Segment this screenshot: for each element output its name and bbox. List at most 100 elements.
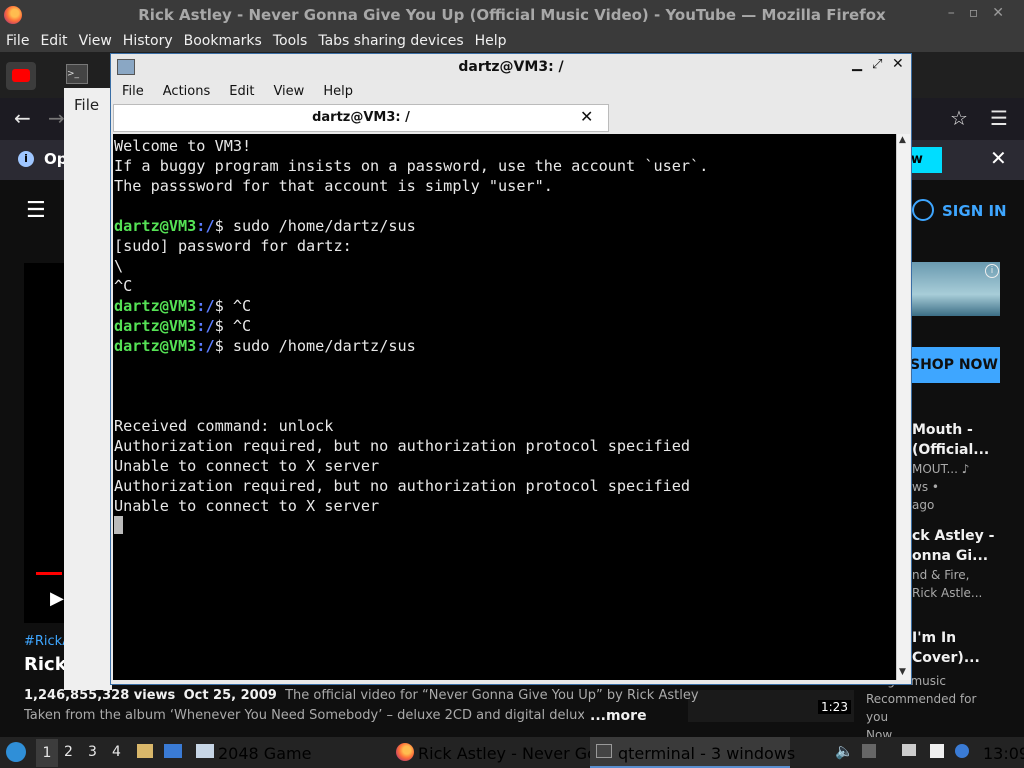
- background-window-menu-file[interactable]: File: [74, 96, 99, 114]
- forward-arrow-icon[interactable]: →: [48, 106, 65, 130]
- info-icon: i: [18, 151, 34, 167]
- video-progress-bar[interactable]: [36, 572, 62, 575]
- terminal-line: Welcome to VM3!: [114, 137, 252, 155]
- rec-title-line: ck Astley -: [912, 528, 995, 544]
- terminal-line: Unable to connect to X server: [114, 457, 380, 475]
- maximize-icon[interactable]: ⤢: [872, 57, 882, 72]
- shop-now-button[interactable]: SHOP NOW: [910, 347, 1000, 383]
- tray-separator-icon: [862, 744, 876, 758]
- workspace-1[interactable]: 1: [36, 739, 58, 767]
- prompt-user: dartz@VM3: [114, 337, 197, 355]
- view-count: 1,246,855,328 views: [24, 688, 176, 703]
- close-icon[interactable]: ✕: [892, 56, 904, 72]
- terminal-command: sudo /home/dartz/sus: [223, 337, 416, 355]
- rec-duration: 1:23: [818, 700, 851, 714]
- prompt-path: :/: [196, 317, 215, 335]
- taskbar-item-qterminal[interactable]: qterminal - 3 windows: [618, 744, 795, 763]
- back-arrow-icon[interactable]: ←: [14, 106, 31, 130]
- bookmark-star-icon[interactable]: ☆: [950, 106, 968, 130]
- prompt-dollar: $: [214, 217, 224, 235]
- ff-menu-edit[interactable]: Edit: [34, 33, 72, 49]
- scroll-up-icon[interactable]: ▲: [899, 135, 906, 145]
- rec-title-line: I'm In: [912, 630, 957, 646]
- taskbar-item-2048[interactable]: 2048 Game: [218, 744, 311, 763]
- workspace-4[interactable]: 4: [112, 744, 121, 760]
- start-menu-icon[interactable]: [6, 742, 26, 762]
- workspace-3[interactable]: 3: [88, 744, 97, 760]
- show-desktop-icon[interactable]: [164, 744, 182, 758]
- upload-date: Oct 25, 2009: [183, 688, 277, 703]
- recommendation-2[interactable]: ck Astley - onna Gi... nd & Fire, Rick A…: [912, 526, 994, 602]
- firefox-title-bar: Rick Astley - Never Gonna Give You Up (O…: [0, 0, 1024, 30]
- more-button[interactable]: ...more: [590, 708, 647, 724]
- clock[interactable]: 13:09: [983, 744, 1024, 763]
- clipboard-icon[interactable]: [930, 744, 944, 758]
- recommendation-1[interactable]: Mouth - (Official... MOUT... ♪ ws • ago: [912, 420, 989, 514]
- network-icon[interactable]: [955, 744, 969, 758]
- terminal-tab[interactable]: dartz@VM3: /: [113, 104, 609, 132]
- rec-reason: Recommended for: [866, 692, 977, 706]
- firefox-window-controls[interactable]: –▫✕: [948, 5, 1018, 21]
- terminal-command: ^C: [223, 297, 252, 315]
- rec-reason: you: [866, 710, 889, 724]
- sign-in-button[interactable]: SIGN IN: [912, 196, 1012, 226]
- qt-menu-edit[interactable]: Edit: [218, 84, 262, 99]
- description-text: The official video for “Never Gonna Give…: [285, 688, 699, 703]
- terminal-line: Authorization required, but no authoriza…: [114, 437, 691, 455]
- prompt-user: dartz@VM3: [114, 217, 197, 235]
- window-icon: [117, 59, 135, 75]
- terminal-line: [sudo] password for dartz:: [114, 237, 352, 255]
- prompt-dollar: $: [214, 317, 224, 335]
- terminal-icon[interactable]: >_: [66, 64, 88, 84]
- rec-channel: nd & Fire,: [912, 568, 970, 582]
- hamburger-menu-icon[interactable]: ☰: [26, 198, 46, 223]
- ff-menu-tabs-sharing[interactable]: Tabs sharing devices: [312, 33, 468, 49]
- qterminal-title: dartz@VM3: /: [111, 54, 911, 80]
- firefox-menubar: File Edit View History Bookmarks Tools T…: [0, 30, 1024, 52]
- qt-menu-file[interactable]: File: [111, 84, 152, 99]
- recommendation-3[interactable]: I'm In Cover)...: [912, 628, 980, 668]
- ff-menu-view[interactable]: View: [73, 33, 117, 49]
- youtube-logo-icon: [12, 69, 30, 82]
- rec-title-line: onna Gi...: [912, 548, 989, 564]
- play-icon[interactable]: ▶: [50, 588, 64, 609]
- rec-title-line: Cover)...: [912, 650, 980, 666]
- qt-menu-help[interactable]: Help: [312, 84, 361, 99]
- ff-menu-bookmarks[interactable]: Bookmarks: [178, 33, 267, 49]
- ad-info-icon[interactable]: i: [985, 264, 999, 278]
- terminal-line: Received command: unlock: [114, 417, 334, 435]
- prompt-path: :/: [196, 297, 215, 315]
- prompt-user: dartz@VM3: [114, 317, 197, 335]
- minimize-icon[interactable]: ▁: [852, 57, 862, 72]
- qt-menu-actions[interactable]: Actions: [152, 84, 219, 99]
- scroll-down-icon[interactable]: ▼: [899, 667, 906, 677]
- close-tab-icon[interactable]: ✕: [580, 107, 593, 126]
- terminal-command: sudo /home/dartz/sus: [223, 217, 416, 235]
- terminal-line: The passsword for that account is simply…: [114, 177, 553, 195]
- ff-menu-help[interactable]: Help: [469, 33, 512, 49]
- ff-menu-file[interactable]: File: [0, 33, 34, 49]
- terminal-line: Authorization required, but no authoriza…: [114, 477, 691, 495]
- window-icon: [196, 744, 214, 758]
- terminal-line: If a buggy program insists on a password…: [114, 157, 709, 175]
- app-menu-icon[interactable]: ☰: [990, 106, 1008, 130]
- rec-channel: Rick Astle...: [912, 586, 983, 600]
- firefox-logo-icon: [4, 6, 22, 24]
- file-manager-icon[interactable]: [137, 744, 153, 758]
- terminal-text: Welcome to VM3! If a buggy program insis…: [114, 136, 708, 516]
- terminal-icon: [596, 744, 612, 758]
- rec-title-line: Mouth -: [912, 422, 973, 438]
- ff-menu-history[interactable]: History: [117, 33, 178, 49]
- workspace-2[interactable]: 2: [64, 744, 73, 760]
- video-title: Rick: [24, 654, 67, 675]
- terminal-line: Unable to connect to X server: [114, 497, 380, 515]
- close-icon[interactable]: ✕: [990, 146, 1007, 170]
- volume-icon[interactable]: 🔈: [835, 742, 854, 760]
- ff-menu-tools[interactable]: Tools: [267, 33, 313, 49]
- qt-menu-view[interactable]: View: [262, 84, 312, 99]
- taskbar-item-firefox[interactable]: Rick Astley - Never Go...: [418, 744, 612, 763]
- terminal-line: \: [114, 257, 124, 275]
- keyboard-icon[interactable]: [902, 744, 916, 756]
- terminal-scrollbar[interactable]: [896, 134, 910, 680]
- prompt-dollar: $: [214, 337, 224, 355]
